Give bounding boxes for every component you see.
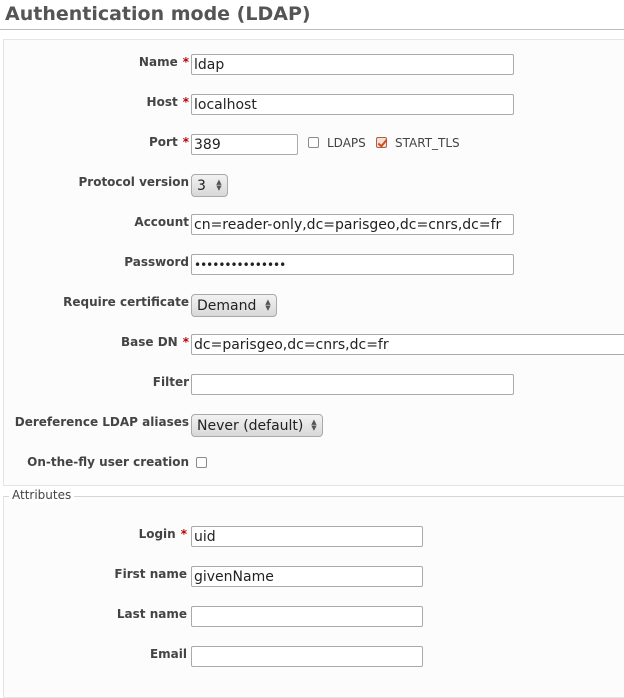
login-label: Login *	[138, 527, 187, 541]
firstname-row: First name givenName	[4, 566, 624, 592]
name-input[interactable]: ldap	[191, 54, 514, 75]
title-divider	[0, 29, 624, 30]
ldaps-checkbox[interactable]	[308, 137, 319, 148]
protocol-version-select[interactable]: 3 ▲ ▼	[191, 174, 228, 197]
ldaps-label: LDAPS	[327, 136, 366, 150]
password-row: Password •••••••••••••••	[4, 254, 624, 280]
host-row: Host * localhost	[4, 94, 624, 120]
account-label: Account	[134, 215, 189, 229]
firstname-label: First name	[114, 567, 187, 581]
require-certificate-row: Require certificate Demand ▲ ▼	[4, 294, 624, 320]
lastname-input[interactable]	[191, 606, 423, 627]
dereference-label: Dereference LDAP aliases	[14, 415, 189, 429]
start-tls-label: START_TLS	[395, 136, 460, 150]
attributes-fieldset: Attributes Login * uid First name givenNa…	[3, 488, 624, 698]
password-input[interactable]: •••••••••••••••	[191, 254, 514, 275]
login-row: Login * uid	[4, 526, 624, 552]
host-input[interactable]: localhost	[191, 94, 514, 115]
required-marker: *	[182, 335, 189, 349]
email-row: Email	[4, 646, 624, 672]
onthefly-row: On-the-fly user creation	[4, 454, 624, 480]
lastname-row: Last name	[4, 606, 624, 632]
require-certificate-value: Demand	[197, 298, 257, 314]
required-marker: *	[182, 135, 189, 149]
filter-label: Filter	[152, 375, 189, 389]
ldap-settings-box: Name * ldap Host * localhost Port * 389 LDA…	[3, 39, 624, 486]
onthefly-label: On-the-fly user creation	[27, 455, 189, 469]
email-label: Email	[149, 647, 187, 661]
dereference-select[interactable]: Never (default) ▲ ▼	[191, 414, 323, 437]
required-marker: *	[182, 95, 189, 109]
filter-row: Filter	[4, 374, 624, 400]
required-marker: *	[180, 527, 187, 541]
password-label: Password	[124, 255, 189, 269]
base-dn-input[interactable]: dc=parisgeo,dc=cnrs,dc=fr	[191, 334, 624, 355]
account-row: Account cn=reader-only,dc=parisgeo,dc=cn…	[4, 214, 624, 240]
require-certificate-label: Require certificate	[63, 295, 189, 309]
spinner-arrows-icon: ▲ ▼	[265, 298, 271, 312]
port-row: Port * 389 LDAPS START_TLS	[4, 134, 624, 160]
email-input[interactable]	[191, 646, 423, 667]
name-label: Name *	[138, 55, 189, 69]
page-title: Authentication mode (LDAP)	[5, 3, 311, 25]
lastname-label: Last name	[116, 607, 187, 621]
attributes-legend: Attributes	[9, 488, 75, 502]
protocol-version-value: 3	[197, 178, 206, 194]
onthefly-checkbox[interactable]	[196, 457, 207, 468]
spinner-arrows-icon: ▲ ▼	[216, 178, 222, 192]
port-input[interactable]: 389	[191, 134, 298, 155]
login-input[interactable]: uid	[191, 526, 423, 547]
filter-input[interactable]	[191, 374, 514, 395]
spinner-arrows-icon: ▲ ▼	[311, 418, 317, 432]
port-label: Port *	[149, 135, 189, 149]
base-dn-row: Base DN * dc=parisgeo,dc=cnrs,dc=fr	[4, 334, 624, 360]
protocol-version-label: Protocol version	[78, 175, 189, 189]
firstname-input[interactable]: givenName	[191, 566, 423, 587]
required-marker: *	[182, 55, 189, 69]
dereference-value: Never (default)	[197, 418, 304, 434]
require-certificate-select[interactable]: Demand ▲ ▼	[191, 294, 277, 317]
account-input[interactable]: cn=reader-only,dc=parisgeo,dc=cnrs,dc=fr	[191, 214, 514, 235]
start-tls-checkbox[interactable]	[376, 137, 387, 148]
dereference-row: Dereference LDAP aliases Never (default)…	[4, 414, 624, 440]
protocol-version-row: Protocol version 3 ▲ ▼	[4, 174, 624, 200]
name-row: Name * ldap	[4, 54, 624, 80]
host-label: Host *	[146, 95, 189, 109]
base-dn-label: Base DN *	[121, 335, 189, 349]
